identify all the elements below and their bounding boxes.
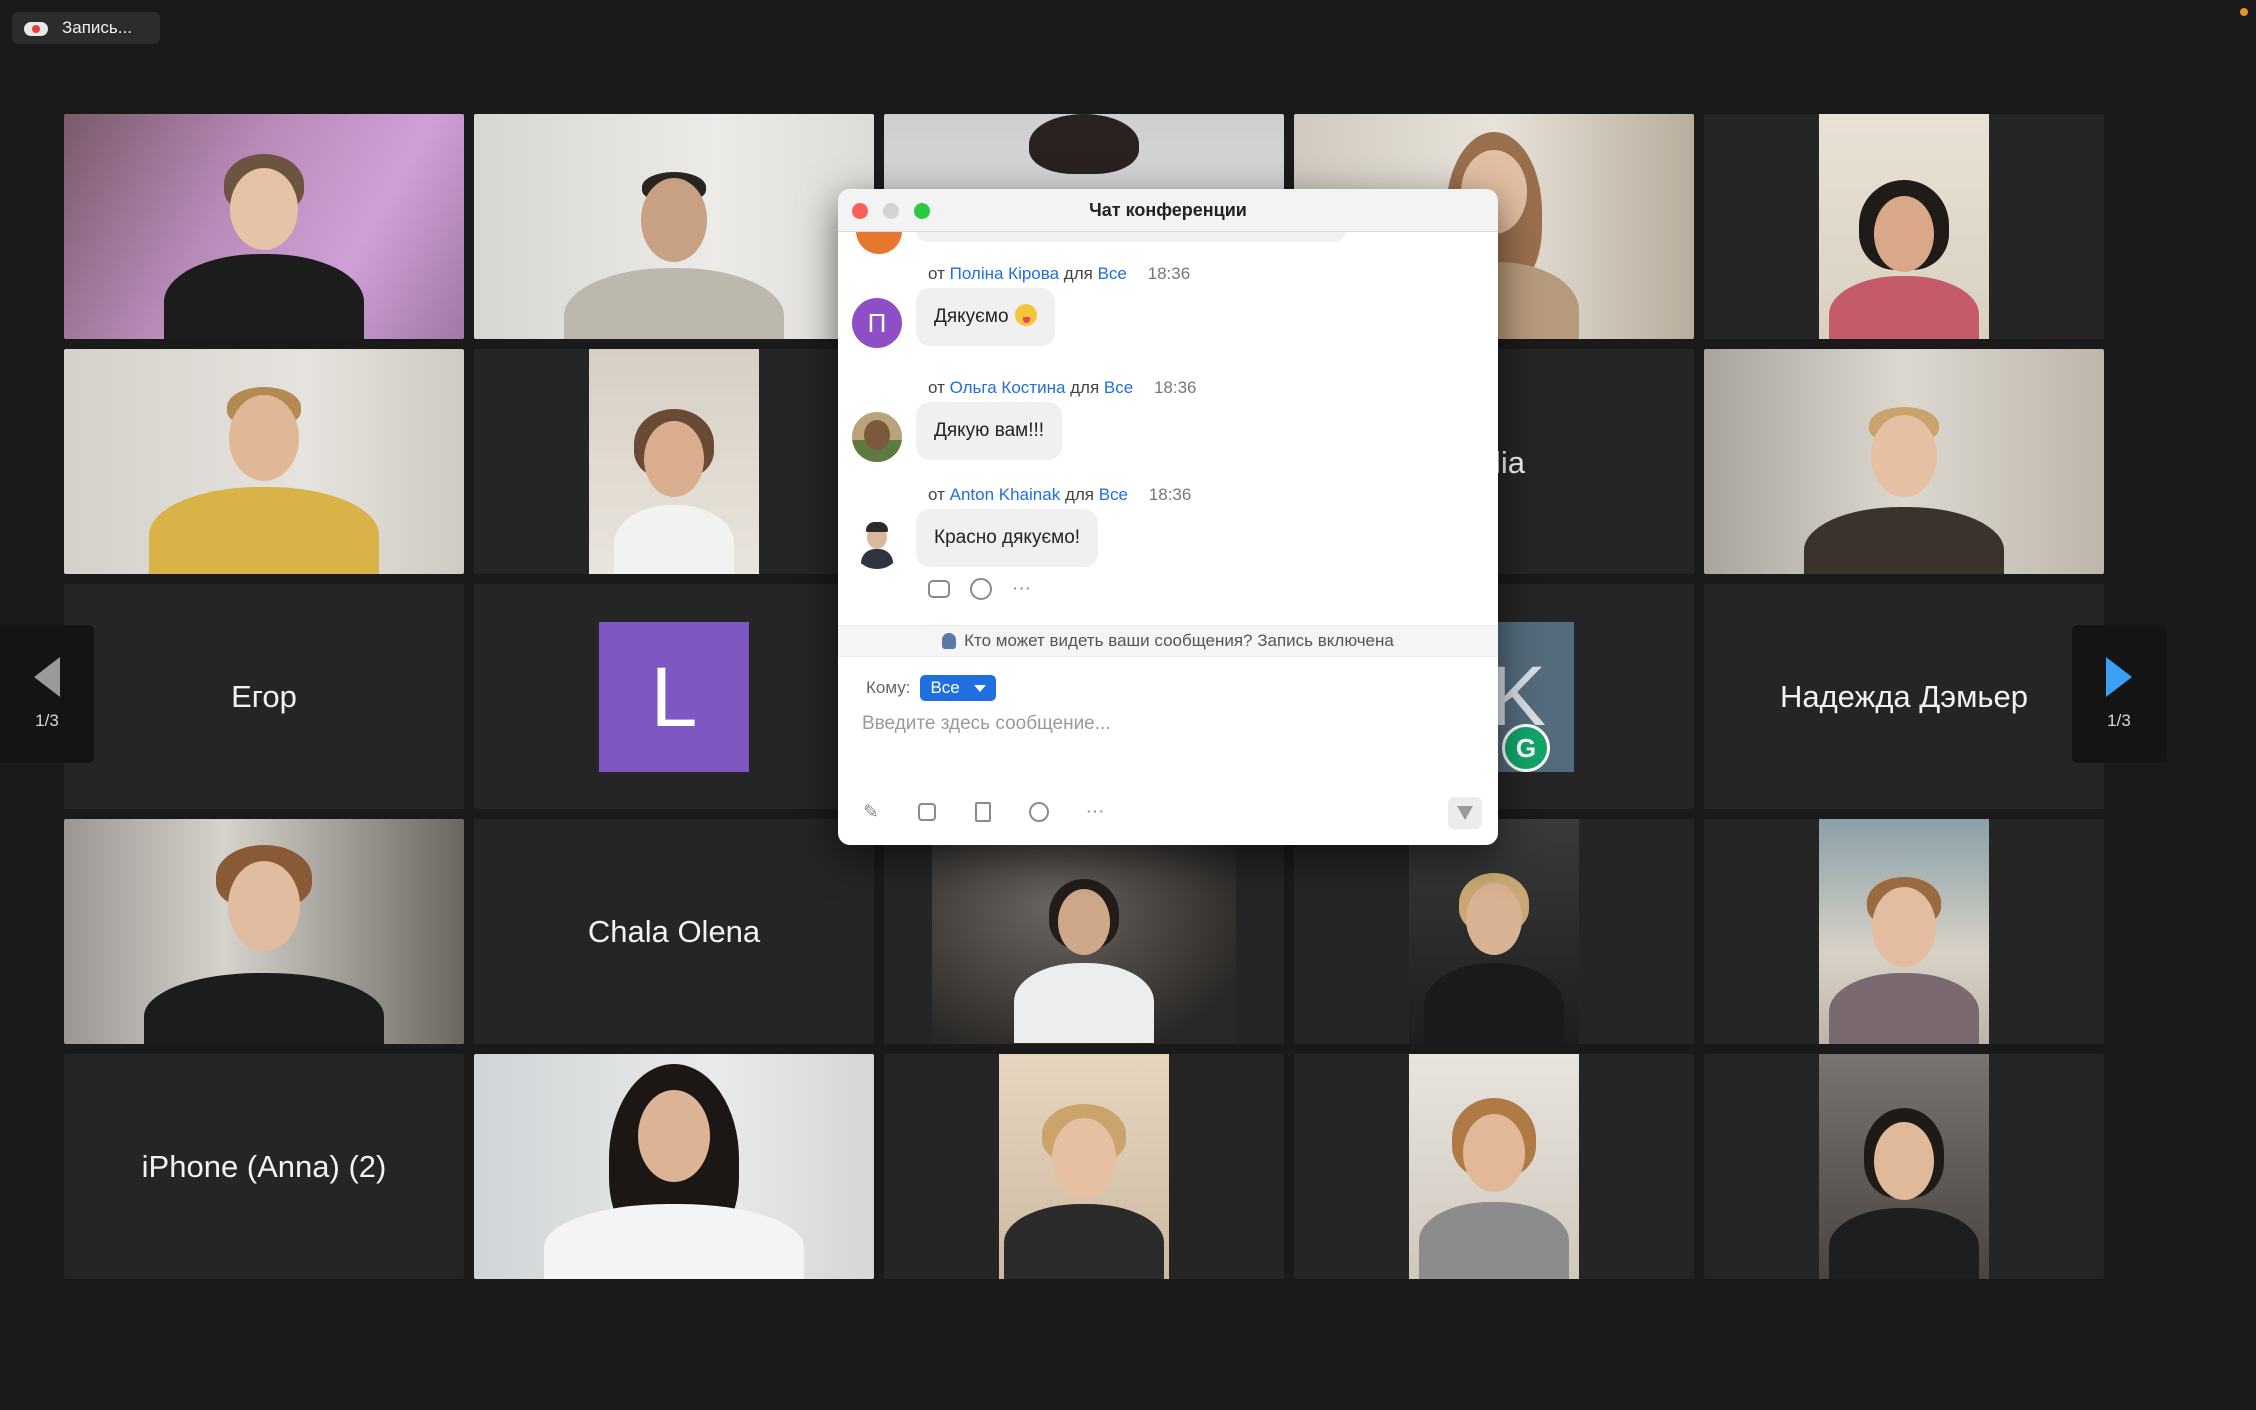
video-tile[interactable] [884,1054,1284,1279]
emoji-icon[interactable] [1028,801,1050,823]
video-tile[interactable]: Егор [64,584,464,809]
message-meta: от Поліна Кірова для Все 18:36 [928,264,1191,283]
video-tile[interactable]: L [474,584,874,809]
video-tile[interactable] [64,349,464,574]
file-icon[interactable] [972,801,994,823]
message-text: Дякуємо [934,306,1009,327]
video-feed [932,819,1236,1044]
video-tile[interactable] [1294,1054,1694,1279]
participant-name: Надежда Дэмьер [1779,678,2029,714]
participant-name: lia [1494,445,1526,480]
page-indicator: 1/3 [2107,711,2131,730]
video-feed [1409,819,1579,1044]
message-time: 18:36 [1153,378,1197,397]
wink-emoji-icon [1014,304,1037,326]
reply-icon[interactable] [928,580,950,598]
recording-badge[interactable]: Запись... [12,12,160,44]
video-tile[interactable] [1704,349,2104,574]
video-tile[interactable] [474,349,874,574]
screenshot-icon[interactable] [916,801,938,823]
send-icon [1457,806,1473,820]
prev-page-button[interactable]: 1/3 [0,625,94,763]
recipient-select[interactable]: Все [920,675,996,701]
privacy-text: Кто может видеть ваши сообщения? Запись … [964,631,1394,650]
cloud-recording-icon [24,20,50,36]
privacy-notice[interactable]: Кто может видеть ваши сообщения? Запись … [838,625,1498,657]
recipient-link[interactable]: Все [1099,485,1128,504]
message-meta: от Ольга Костина для Все 18:36 [928,378,1197,397]
message-bubble: Дякуємо [916,288,1055,346]
sender-name-link[interactable]: Ольга Костина [950,378,1066,397]
grammarly-icon: G [1502,724,1550,772]
message-text: Красно дякуємо! [934,527,1081,548]
sender-avatar [852,519,902,569]
recipient-row: Кому: Все [866,675,996,701]
video-feed [1704,349,2104,574]
page-indicator: 1/3 [35,711,59,730]
participant-avatar: L [599,622,749,772]
chat-toolbar: ✎ ··· [860,801,1106,823]
more-icon[interactable]: ··· [1012,578,1031,600]
chat-title: Чат конференции [1089,200,1247,220]
video-feed [64,349,464,574]
video-feed [1819,1054,1989,1279]
video-feed [474,1054,874,1279]
video-tile[interactable] [64,819,464,1044]
video-feed [589,349,759,574]
recipient-link[interactable]: Все [1104,378,1133,397]
send-button[interactable] [1448,797,1482,829]
video-tile[interactable] [1704,114,2104,339]
format-icon[interactable]: ✎ [860,801,882,823]
add-reaction-icon[interactable] [970,578,992,600]
chat-titlebar[interactable]: Чат конференции [838,189,1498,232]
video-tile[interactable]: iPhone (Anna) (2) [64,1054,464,1279]
video-tile[interactable] [64,114,464,339]
status-dot [2240,8,2248,16]
participant-name: iPhone (Anna) (2) [141,1148,387,1184]
chat-window[interactable]: Чат конференции П от Поліна Кірова для В… [838,189,1498,845]
video-feed [1819,114,1989,339]
message-time: 18:36 [1148,485,1192,504]
recording-label: Запись... [62,18,132,37]
participant-name: Chala Olena [587,913,761,949]
message-meta: от Anton Khainak для Все 18:36 [928,485,1192,504]
message-time: 18:36 [1147,264,1191,283]
message-bubble: Дякую вам!!! [916,402,1063,460]
recipient-link[interactable]: Все [1098,264,1127,283]
sender-avatar: П [852,298,902,348]
message-bubble: Красно дякуємо! [916,509,1099,567]
video-tile[interactable] [474,114,874,339]
next-page-button[interactable]: 1/3 [2072,625,2166,763]
video-tile[interactable] [884,819,1284,1044]
video-tile[interactable] [474,1054,874,1279]
video-feed [64,114,464,339]
video-feed [999,1054,1169,1279]
message-input[interactable] [860,707,1474,741]
participant-name: Егор [231,678,297,714]
video-tile[interactable] [1294,819,1694,1044]
video-feed [474,114,874,339]
message-actions: ··· [928,578,1031,600]
sender-avatar [856,232,902,254]
arrow-right-icon [2106,657,2132,697]
more-icon[interactable]: ··· [1084,801,1106,823]
to-label: Кому: [866,678,911,697]
message-bubble [916,232,1346,242]
video-tile[interactable]: Надежда Дэмьер [1704,584,2104,809]
video-tile[interactable] [1704,1054,2104,1279]
sender-name-link[interactable]: Поліна Кірова [950,264,1059,283]
chevron-down-icon [973,684,986,692]
video-tile[interactable]: Chala Olena [474,819,874,1044]
chat-message-list[interactable]: П от Поліна Кірова для Все 18:36 Дякуємо… [838,232,1498,616]
video-feed [64,819,464,1044]
video-tile[interactable] [1704,819,2104,1044]
arrow-left-icon [34,657,60,697]
message-text: Дякую вам!!! [934,420,1045,441]
video-feed [1409,1054,1579,1279]
sender-avatar [852,412,902,462]
sender-name-link[interactable]: Anton Khainak [950,485,1061,504]
privacy-user-icon [942,633,957,649]
video-feed [1819,819,1989,1044]
